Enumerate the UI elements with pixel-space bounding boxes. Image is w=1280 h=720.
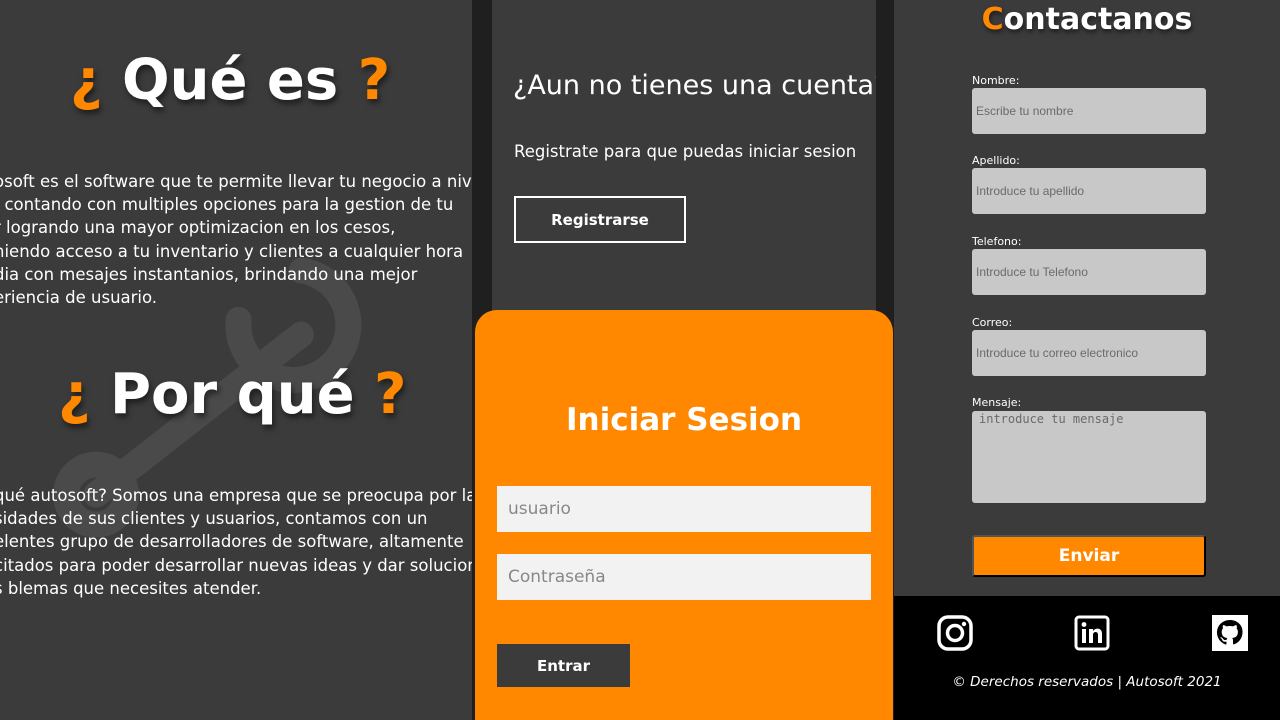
- register-button[interactable]: Registrarse: [514, 196, 686, 243]
- paragraph-line: osoft es el software que te permite llev…: [0, 172, 472, 191]
- phone-input[interactable]: Introduce tu Telefono: [972, 249, 1206, 295]
- contact-title-rest: ontactanos: [1003, 2, 1193, 37]
- paragraph-line: r logrando una mayor optimizacion en los…: [0, 218, 396, 238]
- message-label: Mensaje:: [972, 396, 1022, 409]
- paragraph-line: eriencia de usuario.: [0, 288, 158, 308]
- username-input[interactable]: usuario: [497, 486, 871, 532]
- paragraph-line: , contando con multiples opciones para l…: [0, 195, 454, 215]
- contact-section: Contactanos Nombre: Escribe tu nombre Ap…: [894, 0, 1280, 596]
- paragraph-line: elentes grupo de desarrolladores de soft…: [0, 532, 464, 552]
- paragraph-line: citados para poder desarrollar nuevas id…: [0, 555, 472, 575]
- why-paragraph: qué autosoft? Somos una empresa que se p…: [0, 484, 472, 600]
- linkedin-icon[interactable]: [1073, 614, 1111, 652]
- page: ¿ Qué es ? osoft es el software que te p…: [0, 0, 1280, 720]
- paragraph-line: niendo acceso a tu inventario y clientes…: [0, 241, 464, 261]
- why-heading-text: Por qué: [109, 362, 355, 427]
- open-question-mark: ¿: [58, 362, 91, 427]
- login-button[interactable]: Entrar: [497, 644, 630, 687]
- register-title: ¿Aun no tienes una cuenta?: [513, 70, 889, 101]
- message-textarea[interactable]: introduce tu mensaje: [972, 411, 1206, 503]
- login-title: Iniciar Sesion: [565, 402, 803, 438]
- email-label: Correo:: [972, 316, 1013, 329]
- what-is-heading-text: Qué es: [121, 48, 339, 113]
- contact-title-initial: C: [981, 2, 1004, 37]
- register-section: ¿Aun no tienes una cuenta? Registrate pa…: [492, 0, 888, 330]
- send-button[interactable]: Enviar: [972, 535, 1206, 577]
- close-question-mark: ?: [357, 48, 391, 113]
- paragraph-line: dia con mesajes instantanios, brindando …: [0, 264, 418, 284]
- email-input[interactable]: Introduce tu correo electronico: [972, 330, 1206, 376]
- instagram-icon[interactable]: [936, 614, 974, 652]
- what-is-heading: ¿ Qué es ?: [70, 48, 390, 113]
- name-label: Nombre:: [972, 74, 1020, 87]
- close-question-mark: ?: [374, 362, 407, 427]
- copyright-text: © Derechos reservados | Autosoft 2021: [952, 674, 1222, 690]
- surname-input[interactable]: Introduce tu apellido: [972, 168, 1206, 214]
- github-icon[interactable]: [1211, 614, 1249, 652]
- footer: © Derechos reservados | Autosoft 2021: [894, 596, 1280, 720]
- name-input[interactable]: Escribe tu nombre: [972, 88, 1206, 134]
- surname-label: Apellido:: [972, 154, 1020, 167]
- login-card: Iniciar Sesion usuario Contraseña Entrar: [475, 310, 893, 720]
- about-section: ¿ Qué es ? osoft es el software que te p…: [0, 0, 472, 720]
- phone-label: Telefono:: [972, 235, 1022, 248]
- contact-title: Contactanos: [894, 2, 1280, 37]
- paragraph-line: s blemas que necesites atender.: [0, 578, 262, 598]
- open-question-mark: ¿: [70, 48, 103, 113]
- why-heading: ¿ Por qué ?: [58, 362, 407, 427]
- what-is-paragraph: osoft es el software que te permite llev…: [0, 170, 472, 309]
- register-subtitle: Registrate para que puedas iniciar sesio…: [514, 142, 857, 161]
- paragraph-line: sidades de sus clientes y usuarios, cont…: [0, 509, 428, 529]
- paragraph-line: qué autosoft? Somos una empresa que se p…: [0, 486, 472, 505]
- password-input[interactable]: Contraseña: [497, 554, 871, 600]
